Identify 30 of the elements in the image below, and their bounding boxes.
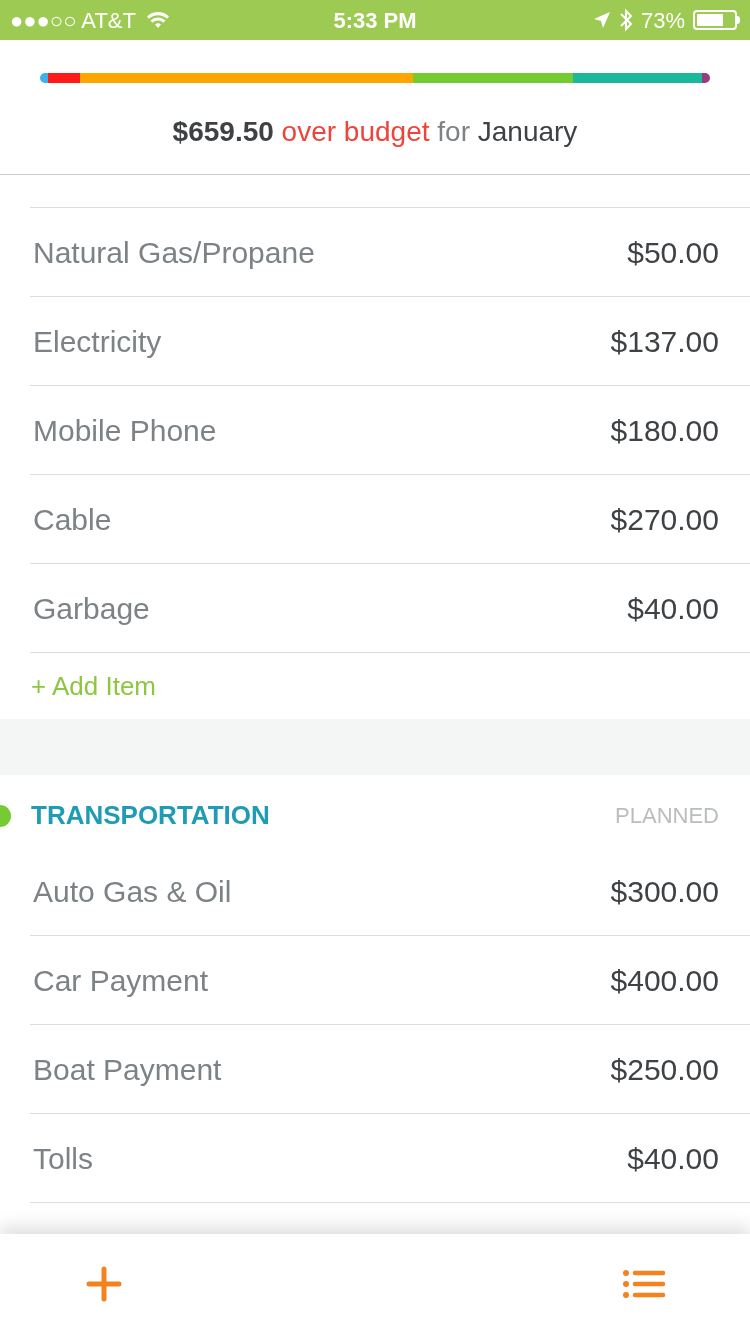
item-amount: $180.00 bbox=[610, 412, 719, 449]
carrier-label: ●●●○○ AT&T bbox=[10, 6, 136, 35]
add-item-link[interactable]: + Add Item bbox=[31, 666, 157, 706]
battery-icon bbox=[693, 10, 740, 30]
item-name: Boat Payment bbox=[33, 1051, 222, 1088]
item-name: Electricity bbox=[33, 323, 162, 360]
add-button[interactable] bbox=[84, 1264, 124, 1304]
item-name: Natural Gas/Propane bbox=[33, 234, 315, 271]
item-name: Garbage bbox=[33, 590, 150, 627]
item-amount: $50.00 bbox=[627, 234, 719, 271]
item-amount: $137.00 bbox=[610, 323, 719, 360]
item-name: Tolls bbox=[33, 1140, 93, 1177]
item-amount: $400.00 bbox=[610, 962, 719, 999]
item-name: Cable bbox=[33, 501, 112, 538]
battery-percent: 73% bbox=[640, 6, 685, 35]
bluetooth-icon bbox=[618, 8, 633, 32]
wifi-icon bbox=[145, 11, 170, 29]
item-name: Auto Gas & Oil bbox=[33, 873, 232, 910]
item-amount: $300.00 bbox=[610, 873, 719, 910]
budget-summary: $659.50 over budget for January bbox=[172, 115, 578, 149]
clock-label: 5:33 PM bbox=[333, 6, 417, 35]
item-amount: $270.00 bbox=[610, 501, 719, 538]
item-amount: $250.00 bbox=[610, 1051, 719, 1088]
item-name: Car Payment bbox=[33, 962, 209, 999]
item-amount: $40.00 bbox=[627, 1140, 719, 1177]
location-arrow-icon bbox=[592, 11, 611, 29]
column-heading: PLANNED bbox=[615, 802, 719, 830]
category-title: TRANSPORTATION bbox=[31, 799, 270, 832]
item-name: Mobile Phone bbox=[33, 412, 217, 449]
item-amount: $40.00 bbox=[627, 590, 719, 627]
